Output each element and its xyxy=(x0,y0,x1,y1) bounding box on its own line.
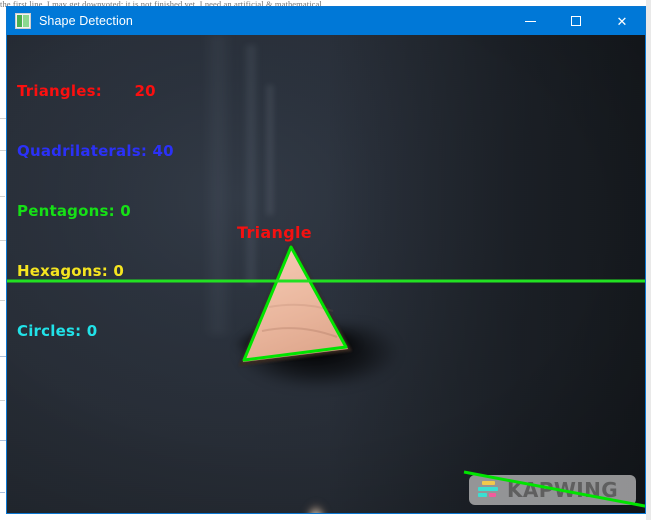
minimize-icon xyxy=(507,7,553,35)
window-title-bar[interactable]: Shape Detection ✕ xyxy=(7,7,645,35)
counter-quadrilaterals: Quadrilaterals: 40 xyxy=(17,141,174,161)
backdrop-text-fragment xyxy=(0,400,5,401)
shape-detection-window: Shape Detection ✕ Triangles: 20 Quadrila… xyxy=(6,6,646,514)
maximize-button[interactable] xyxy=(553,7,599,35)
counter-triangles: Triangles: 20 xyxy=(17,81,174,101)
backdrop-text-fragment xyxy=(0,300,5,301)
backdrop-link-fragment[interactable] xyxy=(0,492,5,493)
kapwing-watermark: KAPWING xyxy=(469,475,636,505)
counter-quadrilaterals-value: 40 xyxy=(152,142,174,160)
detected-shape-label: Triangle xyxy=(237,223,312,242)
counter-triangles-value: 20 xyxy=(134,82,156,100)
kapwing-logo-bar xyxy=(482,481,495,485)
kapwing-logo-bar xyxy=(478,487,498,491)
counter-circles-label: Circles: xyxy=(17,322,82,340)
counter-pentagons: Pentagons: 0 xyxy=(17,201,174,221)
counter-spacer xyxy=(102,82,135,100)
video-feed-canvas[interactable]: Triangles: 20 Quadrilaterals: 40 Pentago… xyxy=(7,35,645,513)
counter-circles: Circles: 0 xyxy=(17,321,174,341)
backdrop-right-strip xyxy=(646,0,651,520)
app-window-icon xyxy=(15,13,31,29)
counter-pentagons-value: 0 xyxy=(120,202,131,220)
counter-pentagons-label: Pentagons: xyxy=(17,202,115,220)
kapwing-logo-icon xyxy=(478,481,501,499)
shape-counter-panel: Triangles: 20 Quadrilaterals: 40 Pentago… xyxy=(17,41,174,381)
minimize-button[interactable] xyxy=(507,7,553,35)
counter-triangles-label: Triangles: xyxy=(17,82,102,100)
kapwing-wordmark: KAPWING xyxy=(507,478,619,502)
counter-hexagons-label: Hexagons: xyxy=(17,262,108,280)
counter-hexagons-value: 0 xyxy=(113,262,125,280)
window-title: Shape Detection xyxy=(39,14,133,28)
close-icon: ✕ xyxy=(616,13,628,29)
counter-hexagons: Hexagons: 0 xyxy=(17,261,174,281)
counter-quadrilaterals-label: Quadrilaterals: xyxy=(17,142,148,160)
kapwing-logo-bar xyxy=(489,493,496,497)
kapwing-logo-bar xyxy=(478,493,487,497)
maximize-icon xyxy=(553,7,599,35)
backdrop-text-fragment xyxy=(0,196,5,197)
close-button[interactable]: ✕ xyxy=(599,7,645,35)
counter-circles-value: 0 xyxy=(86,322,98,340)
